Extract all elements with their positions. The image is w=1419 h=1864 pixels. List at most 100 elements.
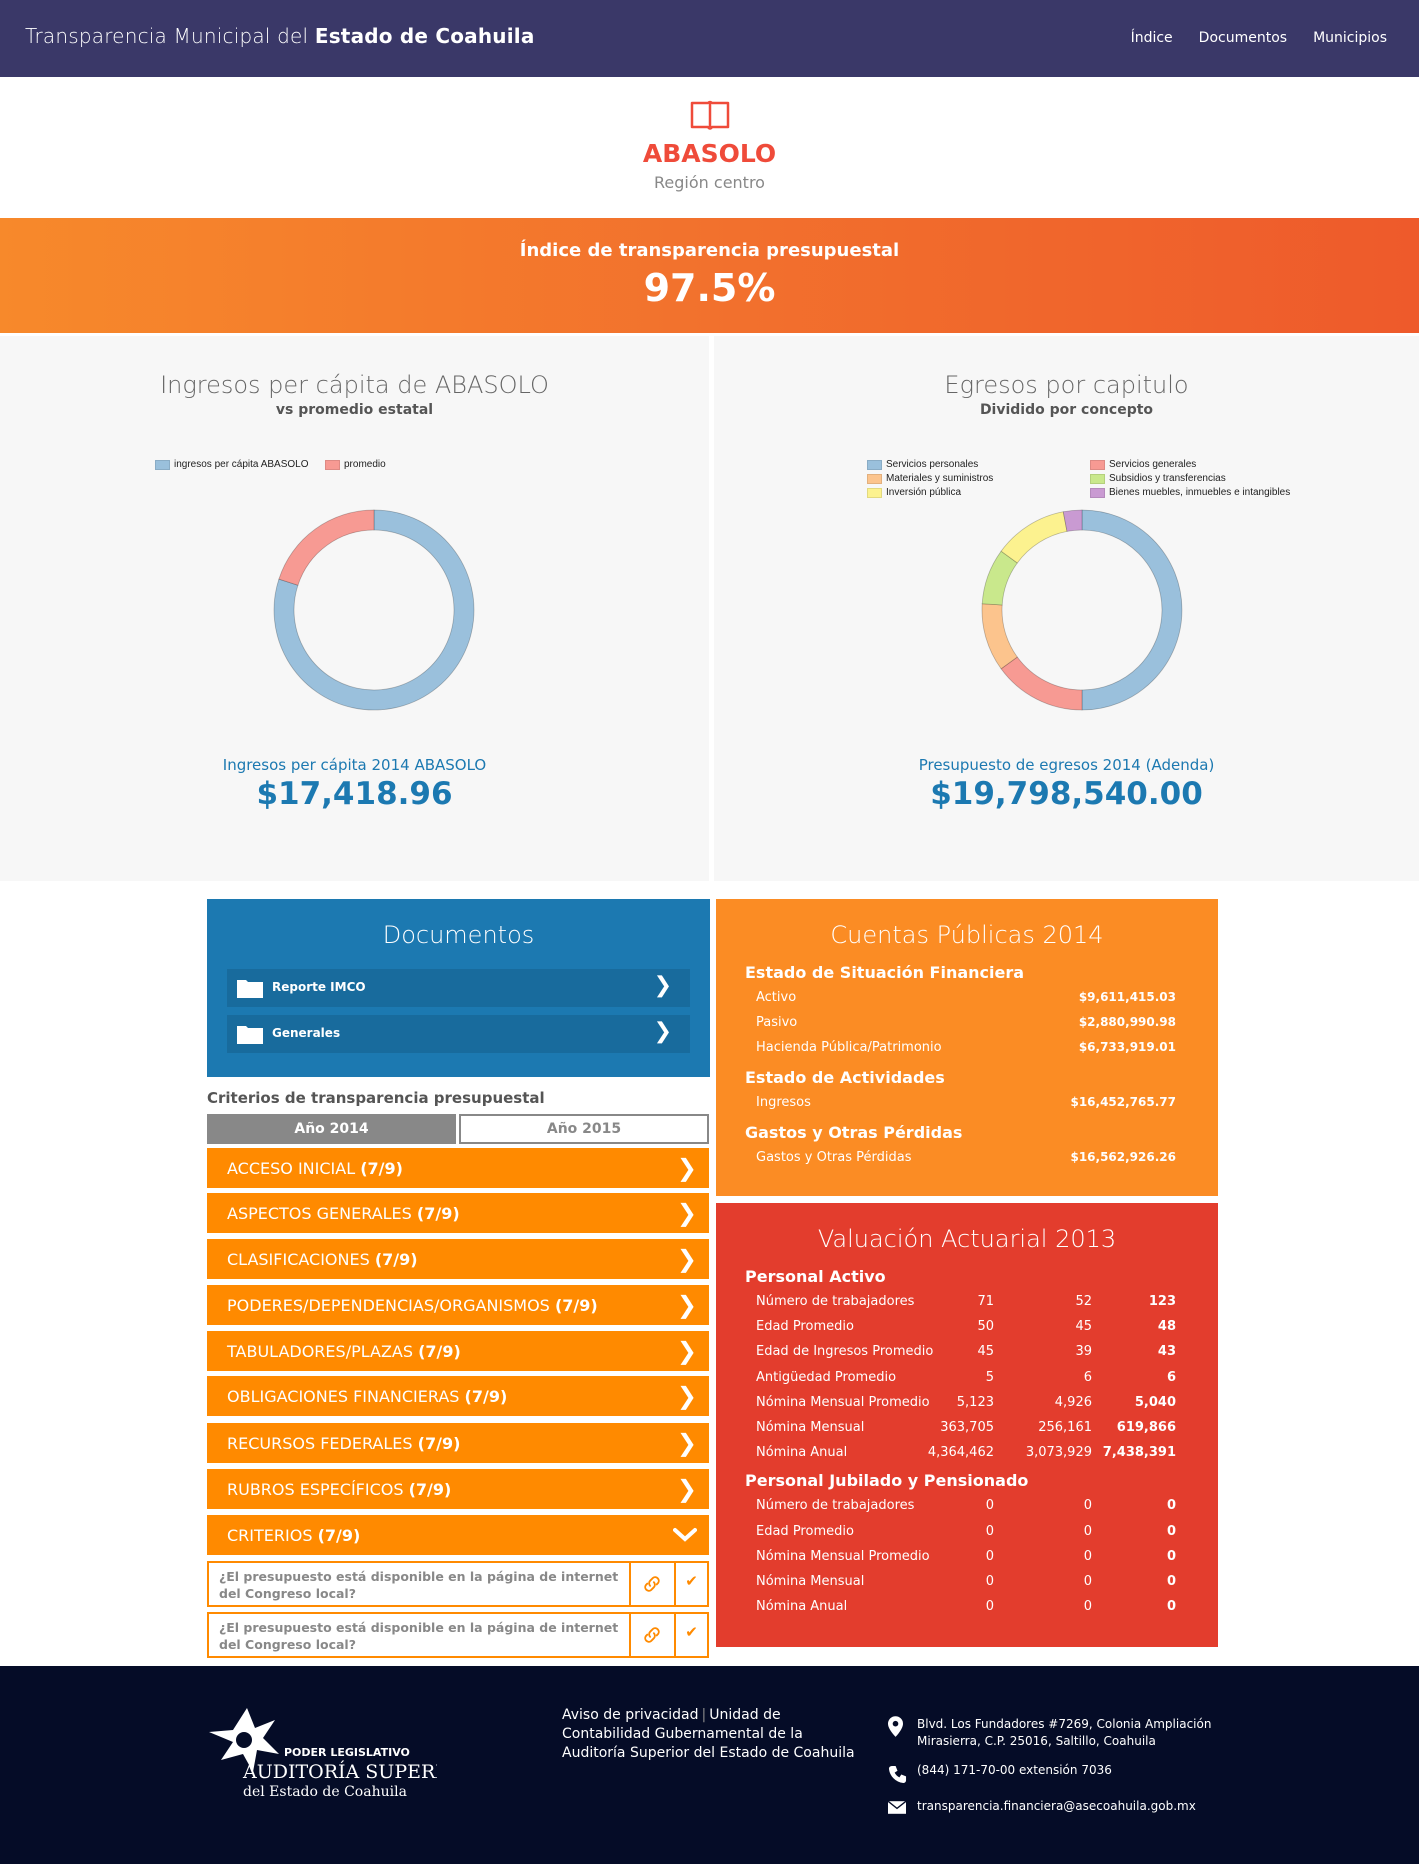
row-value-total: 0 (1166, 1548, 1176, 1564)
nav-link-indice[interactable]: Índice (1131, 30, 1173, 46)
criterio-name: TABULADORES/PLAZAS (227, 1342, 414, 1361)
map-pin-icon (888, 1716, 903, 1737)
logo-line2: AUDITORÍA SUPERIOR (242, 1760, 437, 1783)
footer-address: Blvd. Los Fundadores #7269, Colonia Ampl… (888, 1716, 1218, 1750)
ingresos-panel: Ingresos per cápita de ABASOLO vs promed… (0, 336, 709, 881)
row-value-col1: 45 (977, 1344, 994, 1360)
row-value-total: 0 (1166, 1574, 1176, 1589)
criterio-accordion-item[interactable]: PODERES/DEPENDENCIAS/ORGANISMOS (7/9) ❯ (207, 1285, 709, 1325)
criterio-count: (7/9) (360, 1159, 403, 1178)
privacy-link[interactable]: Aviso de privacidad (562, 1707, 699, 1723)
top-navbar: Transparencia Municipal del Estado de Co… (0, 0, 1419, 77)
auditoria-superior-logo: PODER LEGISLATIVO AUDITORÍA SUPERIOR del… (209, 1708, 437, 1800)
criterio-label: ASPECTOS GENERALES (7/9) (227, 1204, 460, 1223)
donut-slice[interactable] (1081, 509, 1183, 711)
criterio-label: OBLIGACIONES FINANCIERAS (7/9) (227, 1387, 507, 1406)
donut-slice[interactable] (278, 509, 375, 586)
cuentas-title: Cuentas Públicas 2014 (830, 921, 1104, 949)
criterio-accordion-item[interactable]: ASPECTOS GENERALES (7/9) ❯ (207, 1193, 709, 1233)
criterio-accordion-item[interactable]: RECURSOS FEDERALES (7/9) ❯ (207, 1423, 709, 1463)
criterio-count: (7/9) (554, 1296, 598, 1315)
link-icon-button[interactable] (629, 1614, 674, 1656)
criterio-label: CRITERIOS (7/9) (227, 1526, 360, 1545)
cuentas-section-title: Gastos y Otras Pérdidas (745, 1123, 963, 1142)
row-label: Nómina Mensual Promedio (756, 1394, 930, 1410)
tab-year-2015[interactable]: Año 2015 (459, 1114, 709, 1144)
doc-item-reporte-imco[interactable]: Reporte IMCO ❯ (227, 969, 690, 1007)
legend-label: ingresos per cápita ABASOLO (174, 459, 309, 470)
row-label: Edad Promedio (756, 1319, 854, 1335)
donut-slice[interactable] (1000, 511, 1068, 564)
ingresos-caption: Ingresos per cápita 2014 ABASOLO (222, 756, 487, 774)
criterio-name: RECURSOS FEDERALES (227, 1434, 413, 1453)
criterio-accordion-item[interactable]: RUBROS ESPECÍFICOS (7/9) ❯ (207, 1469, 709, 1509)
chevron-right-icon: ❯ (653, 1019, 672, 1044)
egresos-panel: Egresos por capitulo Dividido por concep… (714, 336, 1419, 881)
row-label: Número de trabajadores (756, 1294, 915, 1309)
legend-swatch (155, 459, 170, 470)
check-icon: ✔ (674, 1614, 707, 1656)
nav-menu: Índice Documentos Municipios (1131, 30, 1387, 46)
ingresos-donut-chart (273, 509, 475, 711)
row-label: Edad de Ingresos Promedio (756, 1344, 934, 1360)
criterio-question-text: ¿El presupuesto está disponible en la pá… (219, 1620, 619, 1652)
criterio-count: (7/9) (418, 1342, 461, 1361)
link-icon-button[interactable] (629, 1563, 674, 1605)
donut-slice[interactable] (1000, 656, 1083, 711)
criterio-name: CRITERIOS (227, 1526, 313, 1545)
row-label: Edad Promedio (756, 1523, 854, 1539)
criterio-name: PODERES/DEPENDENCIAS/ORGANISMOS (227, 1296, 550, 1315)
cuentas-publicas-box: Cuentas Públicas 2014 Estado de Situació… (716, 899, 1218, 1196)
footer-links: Aviso de privacidad | Unidad de Contabilid… (562, 1707, 855, 1761)
index-value: 97.5% (643, 266, 776, 310)
doc-item-generales[interactable]: Generales ❯ (227, 1015, 690, 1053)
nav-link-municipios[interactable]: Municipios (1313, 30, 1387, 46)
nav-link-documentos[interactable]: Documentos (1199, 30, 1287, 46)
row-label: Nómina Anual (756, 1445, 848, 1461)
email-link[interactable]: transparencia.financiera@asecoahuila.gob… (917, 1798, 1217, 1815)
row-value-total: 6 (1166, 1369, 1176, 1385)
row-label: Nómina Mensual (756, 1420, 865, 1435)
book-icon (690, 100, 730, 130)
row-label: Activo (756, 990, 797, 1005)
legend-swatch (1090, 487, 1105, 498)
transparency-index-band: Índice de transparencia presupuestal 97.… (0, 218, 1419, 333)
criterio-accordion-item[interactable]: OBLIGACIONES FINANCIERAS (7/9) ❯ (207, 1376, 709, 1416)
cuentas-section-title: Estado de Situación Financiera (745, 963, 1025, 982)
row-label: Número de trabajadores (756, 1498, 915, 1514)
criterio-accordion-item[interactable]: TABULADORES/PLAZAS (7/9) ❯ (207, 1331, 709, 1371)
cuentas-section-title: Estado de Actividades (745, 1068, 945, 1087)
row-value-total: 5,040 (1134, 1394, 1176, 1410)
criterio-name: OBLIGACIONES FINANCIERAS (227, 1387, 460, 1406)
row-label: Hacienda Pública/Patrimonio (756, 1040, 942, 1055)
row-value: $2,880,990.98 (1078, 1015, 1176, 1029)
legend-label: Inversión pública (886, 487, 962, 498)
row-value-col1: 0 (985, 1523, 994, 1539)
link-icon (644, 1576, 660, 1592)
row-value-total: 7,438,391 (1102, 1445, 1176, 1461)
criterio-label: RECURSOS FEDERALES (7/9) (227, 1434, 460, 1453)
site-brand[interactable]: Transparencia Municipal del Estado de Co… (25, 24, 535, 48)
donut-slice[interactable] (981, 603, 1018, 670)
donut-slice[interactable] (1062, 509, 1083, 532)
chevron-right-icon: ❯ (653, 973, 672, 998)
legend-item: Materiales y suministros (867, 473, 993, 484)
criterio-accordion-item[interactable]: ACCESO INICIAL (7/9) ❯ (207, 1148, 709, 1188)
site-footer: PODER LEGISLATIVO AUDITORÍA SUPERIOR del… (0, 1666, 1419, 1864)
criterio-accordion-item[interactable]: CLASIFICACIONES (7/9) ❯ (207, 1239, 709, 1279)
row-label: Gastos y Otras Pérdidas (756, 1150, 912, 1165)
legend-label: Servicios personales (886, 459, 979, 470)
tab-year-2014[interactable]: Año 2014 (207, 1114, 456, 1144)
logo-line3: del Estado de Coahuila (243, 1784, 407, 1800)
legend-item: Bienes muebles, inmuebles e intangibles (1090, 487, 1290, 498)
chevron-right-icon: ❯ (676, 1475, 697, 1503)
row-value-total: 0 (1166, 1599, 1176, 1615)
row-value-col1: 50 (977, 1319, 994, 1335)
legend-label: Servicios generales (1109, 459, 1197, 470)
criterio-label: RUBROS ESPECÍFICOS (7/9) (227, 1480, 451, 1499)
criterio-count: (7/9) (416, 1204, 460, 1223)
criterio-accordion-item[interactable]: CRITERIOS (7/9) (207, 1515, 709, 1555)
egresos-legend: Servicios personales Servicios generales M… (867, 459, 1327, 501)
legend-swatch (325, 459, 340, 470)
row-value-col2: 0 (1083, 1599, 1092, 1615)
